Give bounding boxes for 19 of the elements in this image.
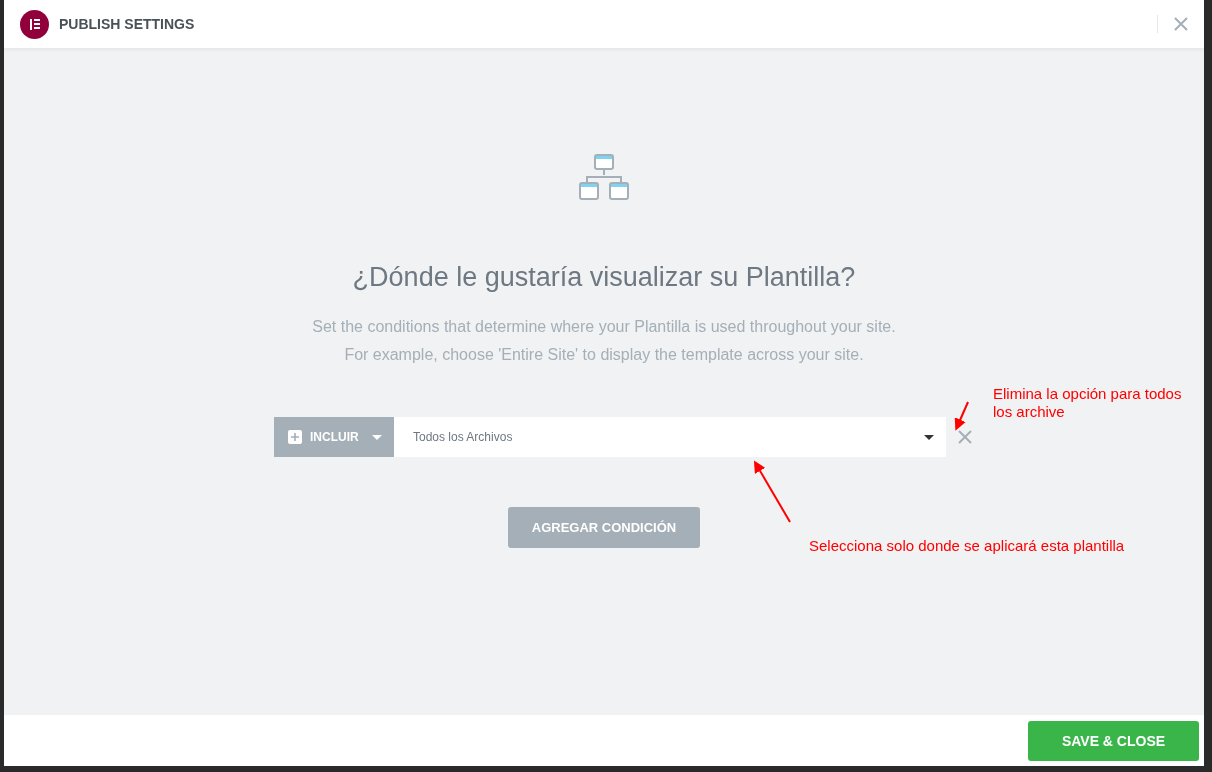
hierarchy-icon	[579, 154, 629, 202]
description-text: For example, choose 'Entire Site' to display the template across your site.	[344, 345, 864, 365]
plus-icon	[288, 430, 302, 444]
condition-select[interactable]: Todos los Archivos	[394, 417, 946, 457]
close-icon[interactable]	[1174, 17, 1188, 31]
arrow	[754, 460, 791, 523]
save-close-button[interactable]: SAVE & CLOSE	[1028, 720, 1199, 761]
include-dropdown[interactable]: INCLUIR	[274, 417, 394, 457]
arrow	[954, 401, 969, 431]
heading: ¿Dónde le gustaría visualizar su Plantilla?	[352, 262, 856, 293]
dialog-title: PUBLISH SETTINGS	[59, 16, 195, 32]
caret-icon	[372, 434, 382, 440]
description-text: Set the conditions that determine where your Plantilla is used throughout your site.	[312, 317, 896, 337]
caret-icon	[924, 434, 934, 440]
logo-icon	[20, 9, 49, 39]
annotation-text: Selecciona solo donde se aplicará esta plantilla	[809, 537, 1125, 555]
add-condition-button[interactable]: AGREGAR CONDICIÓN	[508, 507, 700, 548]
remove-icon[interactable]	[958, 430, 972, 444]
annotation-text: Elimina la opción para todos los archive	[993, 385, 1183, 421]
